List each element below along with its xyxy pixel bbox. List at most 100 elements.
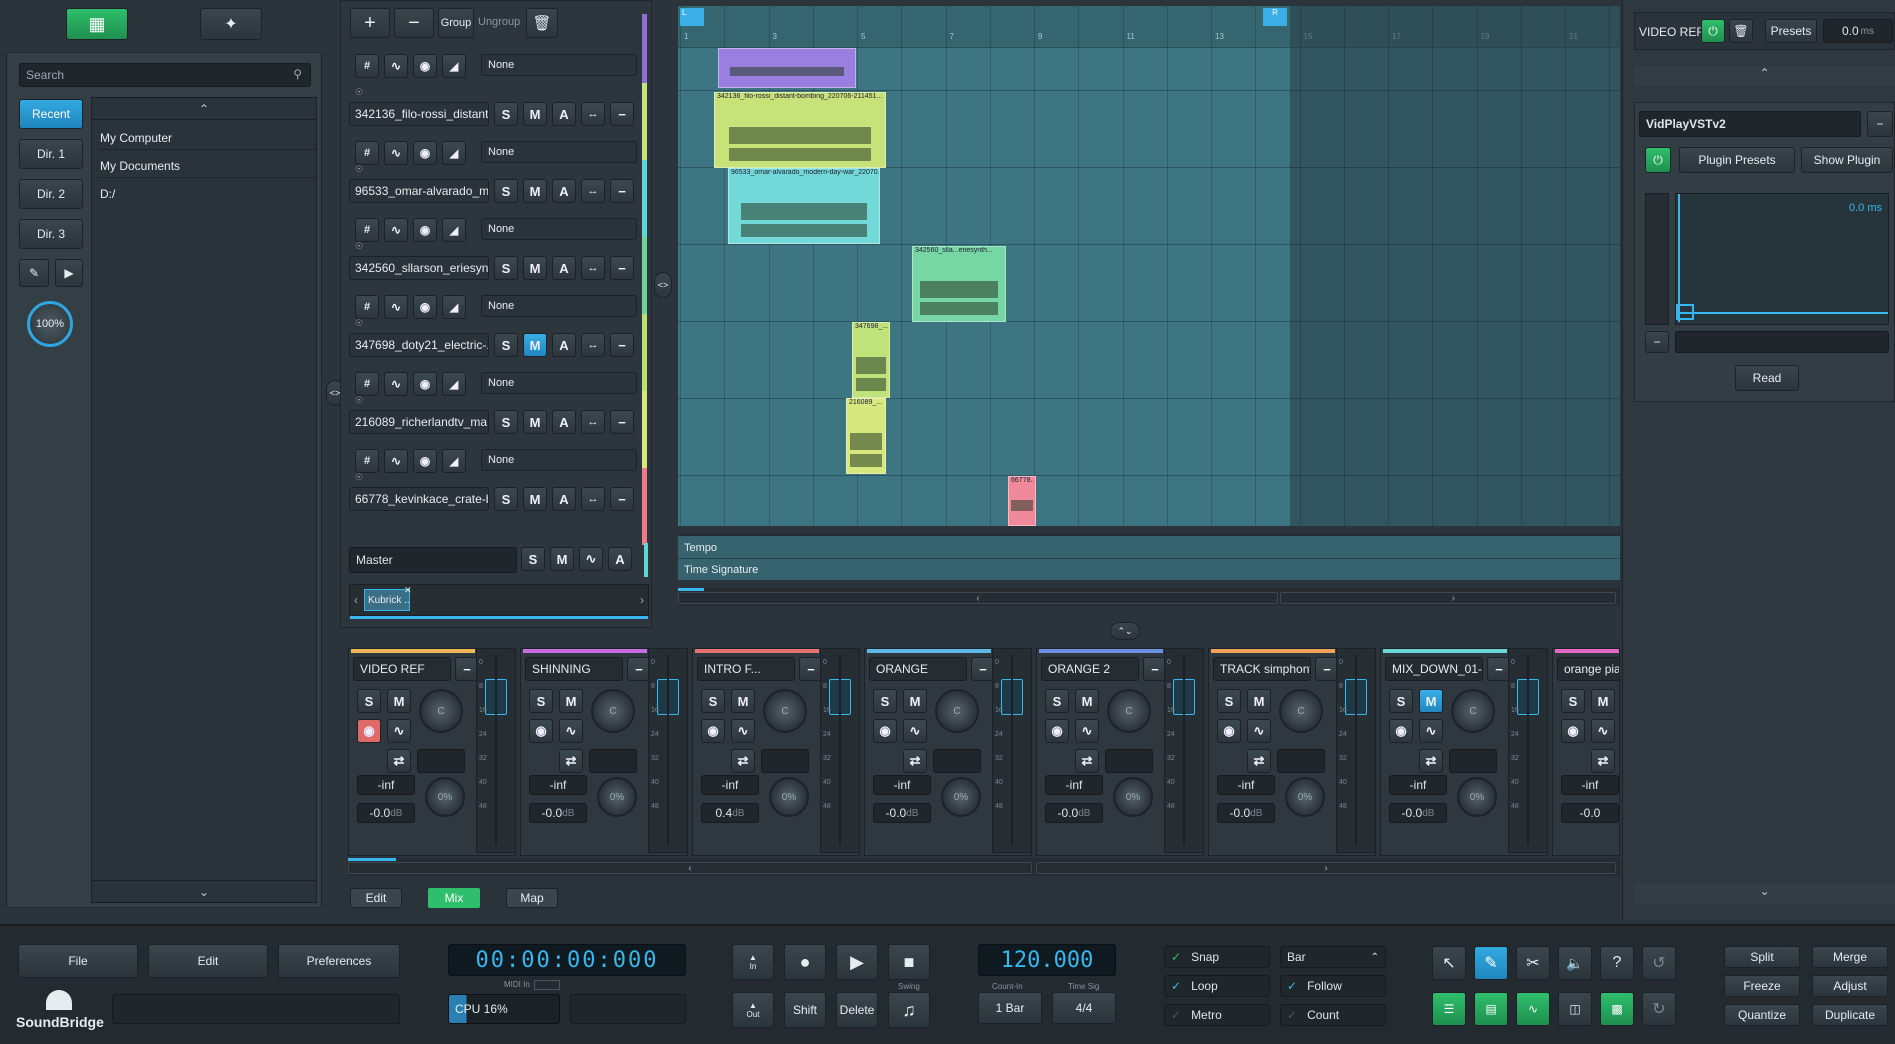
punch-in-button[interactable]: ▲ In <box>732 944 774 980</box>
channel-name[interactable]: INTRO F... <box>697 657 795 681</box>
quantize-button[interactable]: Quantize <box>1724 1004 1800 1026</box>
split-button[interactable]: Split <box>1724 946 1800 968</box>
send-knob[interactable]: 0% <box>425 777 465 817</box>
dir-1-button[interactable]: Dir. 1 <box>19 139 83 169</box>
browser-view-button[interactable]: ▦ <box>66 8 128 40</box>
audio-clip[interactable]: 66778... <box>1008 476 1036 526</box>
channel-name[interactable]: SHINNING <box>525 657 623 681</box>
audio-clip[interactable]: 342136_filo-rossi_distant-bombing_220706… <box>714 92 886 168</box>
channel-gain-field[interactable]: 0.4 dB <box>701 803 759 823</box>
piano-roll-button[interactable]: ◫ <box>1558 992 1592 1026</box>
channel-solo-button[interactable]: S <box>873 689 897 713</box>
master-solo-button[interactable]: S <box>521 547 545 571</box>
track-a-button[interactable]: A <box>552 333 576 357</box>
tab-map[interactable]: Map <box>506 888 558 908</box>
channel-gain-field[interactable]: -0.0 dB <box>1045 803 1103 823</box>
channel-fader[interactable]: 0 8 16 24 32 40 48 <box>476 648 516 853</box>
track-name[interactable]: 342560_sllarson_eriesynth <box>349 256 489 280</box>
track-a-button[interactable]: A <box>552 256 576 280</box>
offset-display[interactable]: 0.0 ms <box>1675 193 1889 325</box>
dir-recent-button[interactable]: Recent <box>19 99 83 129</box>
track-visibility-icon[interactable]: ☉ <box>355 241 363 252</box>
track-route-button[interactable]: ↔ <box>581 256 605 280</box>
tab-edit[interactable]: Edit <box>350 888 402 908</box>
channel-shuffle-button[interactable]: ⇄ <box>903 749 927 773</box>
channel-automation-button[interactable]: ∿ <box>387 719 411 743</box>
track-route-button[interactable]: ↔ <box>581 102 605 126</box>
arrangement-area[interactable]: 13579111315171921 L R 342136_filo-rossi_… <box>678 6 1620 526</box>
track-collapse-button[interactable]: − <box>610 487 634 511</box>
track-route-button[interactable]: ↔ <box>581 410 605 434</box>
audio-clip[interactable]: 342560_slla...eriesynth... <box>912 246 1006 322</box>
mixer-h-scrollbar[interactable]: ‹ › <box>348 858 1620 876</box>
channel-fader[interactable]: 0 8 16 24 32 40 48 <box>1336 648 1376 853</box>
track-row[interactable]: ☉ 66778_kevinkace_crate-b... S M A ↔ − <box>349 468 647 545</box>
channel-record-button[interactable]: ◉ <box>1217 719 1241 743</box>
tempo-lane[interactable]: Tempo Time Signature <box>678 534 1620 580</box>
channel-name[interactable]: orange piano <box>1557 657 1619 681</box>
tempo-display[interactable]: 120.000 <box>978 944 1116 976</box>
channel-name[interactable]: ORANGE 2 <box>1041 657 1139 681</box>
record-button[interactable]: ● <box>784 944 826 980</box>
master-a-button[interactable]: A <box>608 547 632 571</box>
track-solo-button[interactable]: S <box>494 487 518 511</box>
scene-left-arrow[interactable]: ‹ <box>354 593 358 607</box>
track-mute-button[interactable]: M <box>523 410 547 434</box>
plugin-presets-button[interactable]: Plugin Presets <box>1679 147 1795 173</box>
channel-gain-field[interactable]: -0.0 dB <box>1389 803 1447 823</box>
track-visibility-icon[interactable]: ☉ <box>355 164 363 175</box>
channel-volume-inf[interactable]: -inf <box>357 775 415 795</box>
send-knob[interactable]: 0% <box>597 777 637 817</box>
track-name[interactable]: 66778_kevinkace_crate-b... <box>349 487 489 511</box>
channel-shuffle-button[interactable]: ⇄ <box>1591 749 1615 773</box>
channel-volume-inf[interactable]: -inf <box>1217 775 1275 795</box>
track-visibility-icon[interactable]: ☉ <box>355 395 363 406</box>
channel-send-field[interactable] <box>1105 749 1153 773</box>
channel-mute-button[interactable]: M <box>1247 689 1271 713</box>
channel-name[interactable]: VIDEO REF <box>353 657 451 681</box>
channel-name[interactable]: MIX_DOWN_01-... <box>1385 657 1483 681</box>
scene-right-arrow[interactable]: › <box>640 593 644 607</box>
track-mute-button[interactable]: M <box>523 333 547 357</box>
track-row[interactable]: ☉ 342560_sllarson_eriesynth S M A ↔ − # ∿ ◉ ◢ None <box>349 237 647 319</box>
track-input-select[interactable]: None <box>481 54 637 76</box>
scroll-up-button[interactable]: ⌃ <box>92 98 316 120</box>
dir-3-button[interactable]: Dir. 3 <box>19 219 83 249</box>
search-input[interactable]: Search ⚲ <box>19 63 311 87</box>
channel-send-field[interactable] <box>1449 749 1497 773</box>
scroll-down-button[interactable]: ⌄ <box>92 880 316 902</box>
show-plugin-button[interactable]: Show Plugin <box>1801 147 1893 173</box>
punch-out-button[interactable]: ▲ Out <box>732 992 774 1028</box>
audio-clip[interactable] <box>718 48 856 88</box>
collapse-tracklist-handle[interactable]: <> <box>654 272 672 298</box>
track-collapse-button[interactable]: − <box>610 179 634 203</box>
channel-record-button[interactable]: ◉ <box>701 719 725 743</box>
plugin-delay-field[interactable]: 0.0 ms <box>1823 19 1893 43</box>
channel-automation-button[interactable]: ∿ <box>1419 719 1443 743</box>
list-view-button[interactable]: ▤ <box>1474 992 1508 1026</box>
list-item[interactable]: My Documents <box>98 154 316 178</box>
zoom-knob[interactable]: 100% <box>27 301 73 347</box>
play-button[interactable]: ▶ <box>836 944 878 980</box>
file-menu-button[interactable]: File <box>18 944 138 978</box>
plugin-power-button[interactable]: ⏻ <box>1701 19 1725 43</box>
tab-mix[interactable]: Mix <box>428 888 480 908</box>
track-mute-button[interactable]: M <box>523 256 547 280</box>
track-speaker-icon[interactable]: ◢ <box>442 54 466 78</box>
track-mute-button[interactable]: M <box>523 179 547 203</box>
channel-solo-button[interactable]: S <box>529 689 553 713</box>
pan-knob[interactable]: C <box>1107 689 1151 733</box>
help-button[interactable]: ? <box>1600 946 1634 980</box>
freeze-button[interactable]: Freeze <box>1724 975 1800 997</box>
track-row[interactable]: ☉ 347698_doty21_electric-... S M A ↔ − # ∿ ◉ ◢ None <box>349 314 647 396</box>
read-button[interactable]: Read <box>1735 365 1799 391</box>
channel-shuffle-button[interactable]: ⇄ <box>1075 749 1099 773</box>
track-name[interactable]: 96533_omar-alvarado_mo... <box>349 179 489 203</box>
plugin-device-power[interactable]: ⏻ <box>1645 147 1671 173</box>
channel-shuffle-button[interactable]: ⇄ <box>387 749 411 773</box>
master-mute-button[interactable]: M <box>550 547 574 571</box>
track-collapse-button[interactable]: − <box>610 102 634 126</box>
track-collapse-button[interactable]: − <box>610 256 634 280</box>
adjust-button[interactable]: Adjust <box>1812 975 1888 997</box>
track-route-button[interactable]: ↔ <box>581 333 605 357</box>
